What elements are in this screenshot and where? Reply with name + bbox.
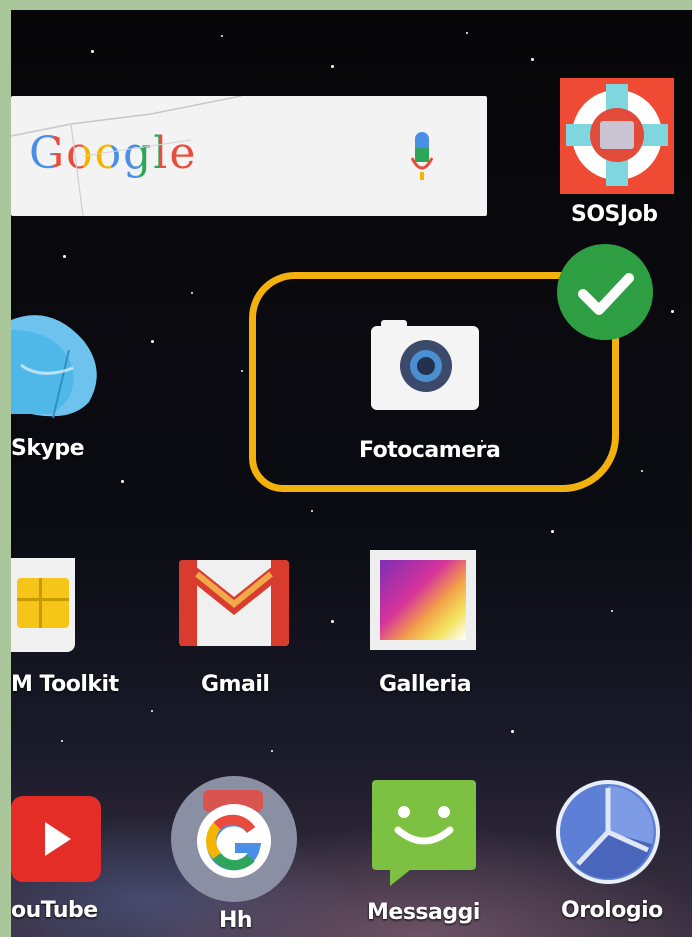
galleria-label: Galleria xyxy=(379,672,472,697)
messaggi-app-icon[interactable] xyxy=(370,778,478,886)
wallpaper-star xyxy=(241,370,243,372)
lifebuoy-band xyxy=(606,160,628,186)
gmail-label: Gmail xyxy=(201,672,270,697)
google-g-icon xyxy=(197,804,271,878)
wallpaper-star xyxy=(271,750,273,752)
check-icon xyxy=(557,244,653,340)
wallpaper-star xyxy=(531,58,534,61)
wallpaper-star xyxy=(671,310,674,313)
wallpaper-star xyxy=(611,610,613,612)
orologio-app-icon[interactable] xyxy=(556,780,660,884)
lifebuoy-band xyxy=(606,84,628,110)
wallpaper-star xyxy=(641,470,643,472)
skype-label: Skype xyxy=(11,436,85,461)
clock-icon xyxy=(560,784,656,880)
sim-chip-icon xyxy=(17,578,69,628)
screen-crack xyxy=(11,96,242,216)
wallpaper-star xyxy=(191,292,193,294)
youtube-app-icon[interactable] xyxy=(11,796,101,882)
sosjob-label: SOSJob xyxy=(571,202,658,227)
wallpaper-star xyxy=(121,480,124,483)
camera-top xyxy=(381,320,407,330)
wallpaper-star xyxy=(511,730,514,733)
fotocamera-app-icon[interactable] xyxy=(371,320,479,410)
wallpaper-star xyxy=(551,530,554,533)
hh-label: Hh xyxy=(219,908,253,933)
photo-frame: Google SOSJob Skype Fotocamera M Toolkit… xyxy=(0,0,692,937)
galleria-app-icon[interactable] xyxy=(370,550,476,650)
lifebuoy-band xyxy=(566,124,592,146)
hh-folder-icon[interactable] xyxy=(171,776,297,902)
wallpaper-star xyxy=(61,740,63,742)
google-search-widget[interactable]: Google xyxy=(11,96,487,216)
wallpaper-star xyxy=(466,32,468,34)
briefcase-icon xyxy=(600,121,634,149)
wallpaper-star xyxy=(311,510,313,512)
gmail-app-icon[interactable] xyxy=(179,560,289,646)
skype-app-icon[interactable] xyxy=(11,310,101,420)
wallpaper-star xyxy=(151,710,153,712)
camera-lens-icon xyxy=(400,340,452,392)
sim-toolkit-label: M Toolkit xyxy=(11,672,119,697)
wallpaper-star xyxy=(63,255,66,258)
play-icon xyxy=(45,822,71,856)
wallpaper-star xyxy=(221,35,223,37)
lifebuoy-band xyxy=(642,124,668,146)
fotocamera-label: Fotocamera xyxy=(359,438,501,463)
orologio-label: Orologio xyxy=(561,898,663,923)
wallpaper-star xyxy=(331,65,334,68)
sosjob-app-icon[interactable] xyxy=(560,78,674,194)
sim-toolkit-app-icon[interactable] xyxy=(11,558,75,652)
wallpaper-star xyxy=(331,620,334,623)
youtube-label: ouTube xyxy=(11,898,98,923)
wallpaper-star xyxy=(151,340,154,343)
wallpaper-star xyxy=(91,50,94,53)
home-screen: Google SOSJob Skype Fotocamera M Toolkit… xyxy=(11,10,692,937)
photo-icon xyxy=(380,560,466,640)
messaggi-label: Messaggi xyxy=(367,900,480,925)
